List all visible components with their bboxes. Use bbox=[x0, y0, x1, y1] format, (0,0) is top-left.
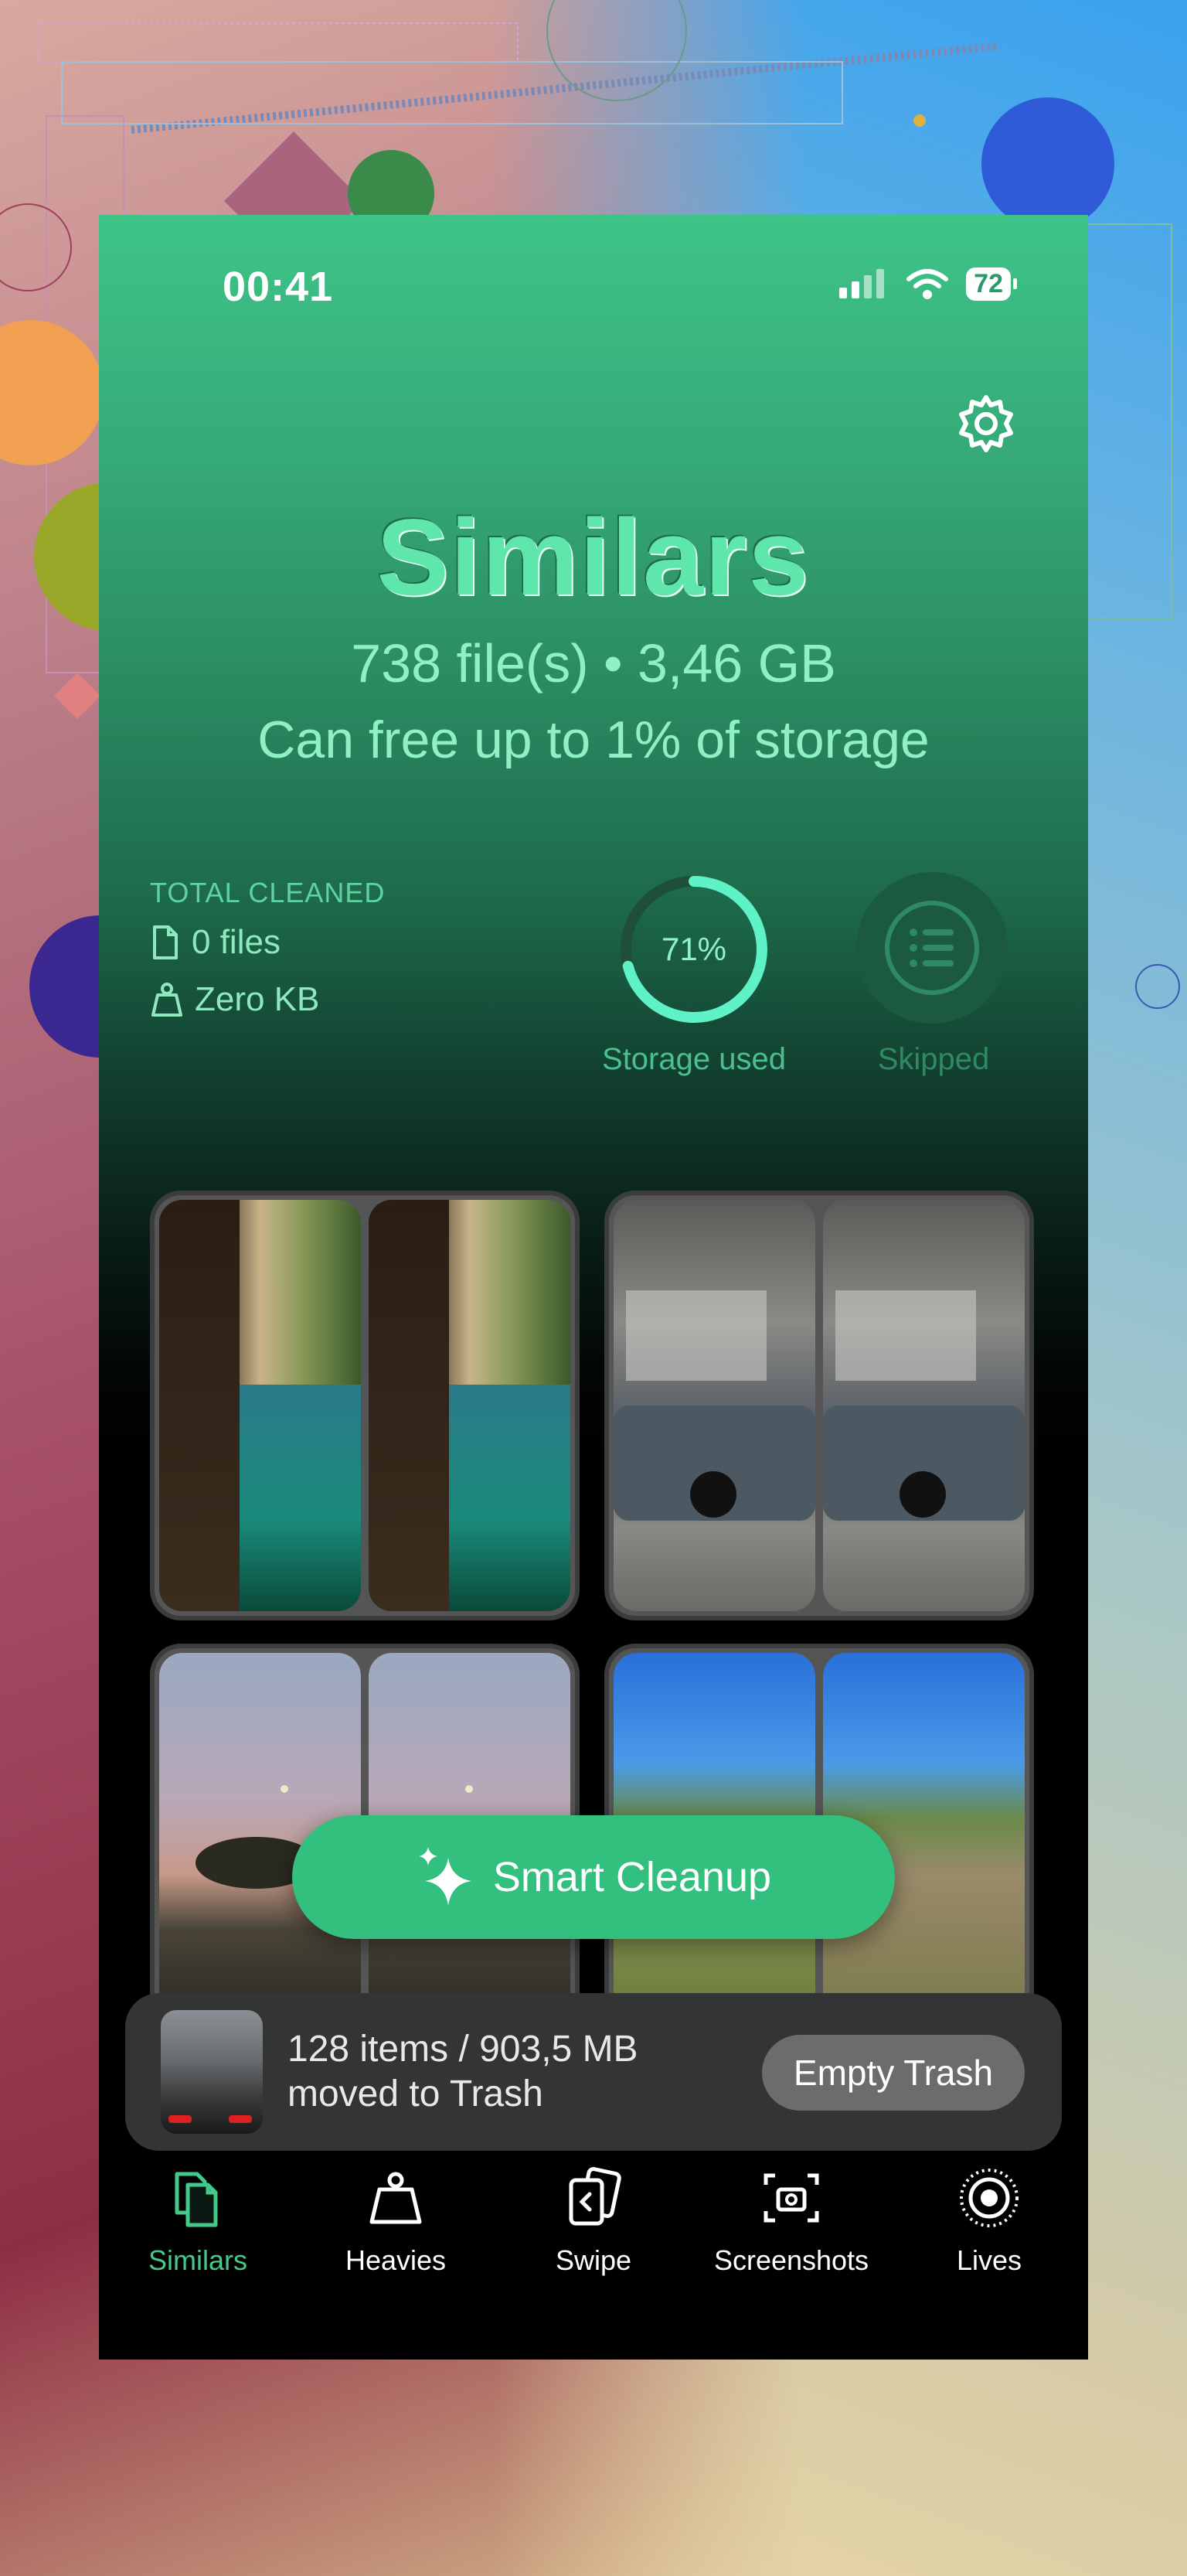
similars-icon bbox=[175, 2172, 218, 2227]
trash-thumbnail bbox=[161, 2010, 263, 2134]
list-icon bbox=[885, 901, 979, 995]
cellular-signal-icon bbox=[839, 268, 885, 298]
tab-label: Screenshots bbox=[713, 2244, 869, 2276]
status-time: 00:41 bbox=[223, 264, 334, 310]
skipped-label: Skipped bbox=[877, 1042, 990, 1076]
weight-icon bbox=[151, 983, 182, 1017]
battery-indicator: 72 bbox=[966, 267, 1017, 301]
tab-swipe[interactable]: Swipe bbox=[495, 2154, 692, 2277]
trash-moved-label: moved to Trash bbox=[287, 2073, 543, 2114]
wifi-icon bbox=[906, 268, 949, 299]
photo-thumbnail[interactable] bbox=[159, 1200, 361, 1611]
trash-summary: 128 items / 903,5 MB moved to Trash bbox=[287, 2027, 638, 2117]
trash-bar: 128 items / 903,5 MB moved to Trash Empt… bbox=[125, 1993, 1062, 2151]
sparkles-icon bbox=[418, 1847, 471, 1906]
storage-ring: 71% bbox=[617, 872, 771, 1027]
tab-label: Lives bbox=[956, 2244, 1022, 2276]
live-photo-icon bbox=[960, 2169, 1019, 2227]
skipped-button[interactable] bbox=[856, 872, 1008, 1024]
tab-label: Heavies bbox=[345, 2244, 447, 2276]
page-title: Similars bbox=[376, 496, 811, 618]
cleaned-size-row: Zero KB bbox=[150, 980, 319, 1019]
storage-percent: 71% bbox=[661, 931, 727, 967]
smart-cleanup-label: Smart Cleanup bbox=[492, 1854, 772, 1900]
weight-icon bbox=[369, 2172, 422, 2224]
storage-used-label: Storage used bbox=[602, 1042, 786, 1076]
files-summary: 738 file(s) • 3,46 GB bbox=[351, 633, 836, 693]
empty-trash-button[interactable]: Empty Trash bbox=[762, 2035, 1025, 2111]
cleaned-files-row: 0 files bbox=[150, 923, 281, 962]
swipe-cards-icon bbox=[569, 2167, 621, 2226]
storage-note: Can free up to 1% of storage bbox=[257, 710, 930, 769]
tab-label: Swipe bbox=[555, 2244, 632, 2276]
tab-screenshots[interactable]: Screenshots bbox=[692, 2154, 890, 2277]
tab-bar: Similars Heavies Swipe Screenshots Lives bbox=[99, 2154, 1088, 2309]
smart-cleanup-button[interactable]: Smart Cleanup bbox=[292, 1815, 895, 1939]
cleaned-files-count: 0 files bbox=[192, 923, 281, 961]
status-bar: 00:41 72 bbox=[99, 215, 1088, 362]
file-icon bbox=[153, 925, 178, 959]
tab-label: Similars bbox=[148, 2244, 247, 2276]
cleaned-size-value: Zero KB bbox=[195, 980, 320, 1018]
tab-heavies[interactable]: Heavies bbox=[297, 2154, 495, 2277]
phone-screen: 00:41 72 Similars 738 file(s) • 3,46 GB … bbox=[99, 215, 1088, 2360]
photo-thumbnail[interactable] bbox=[823, 1200, 1025, 1611]
status-icons: 72 bbox=[839, 267, 1017, 301]
total-cleaned-label: TOTAL CLEANED bbox=[150, 877, 386, 908]
settings-gear-icon[interactable] bbox=[955, 393, 1017, 455]
tab-similars[interactable]: Similars bbox=[99, 2154, 297, 2277]
photo-thumbnail[interactable] bbox=[369, 1200, 570, 1611]
photo-thumbnail[interactable] bbox=[614, 1200, 815, 1611]
trash-items-size: 128 items / 903,5 MB bbox=[287, 2029, 638, 2070]
similar-group-card[interactable] bbox=[604, 1191, 1034, 1620]
screenshot-icon bbox=[764, 2173, 819, 2223]
tab-lives[interactable]: Lives bbox=[890, 2154, 1088, 2277]
similar-group-card[interactable] bbox=[150, 1191, 580, 1620]
